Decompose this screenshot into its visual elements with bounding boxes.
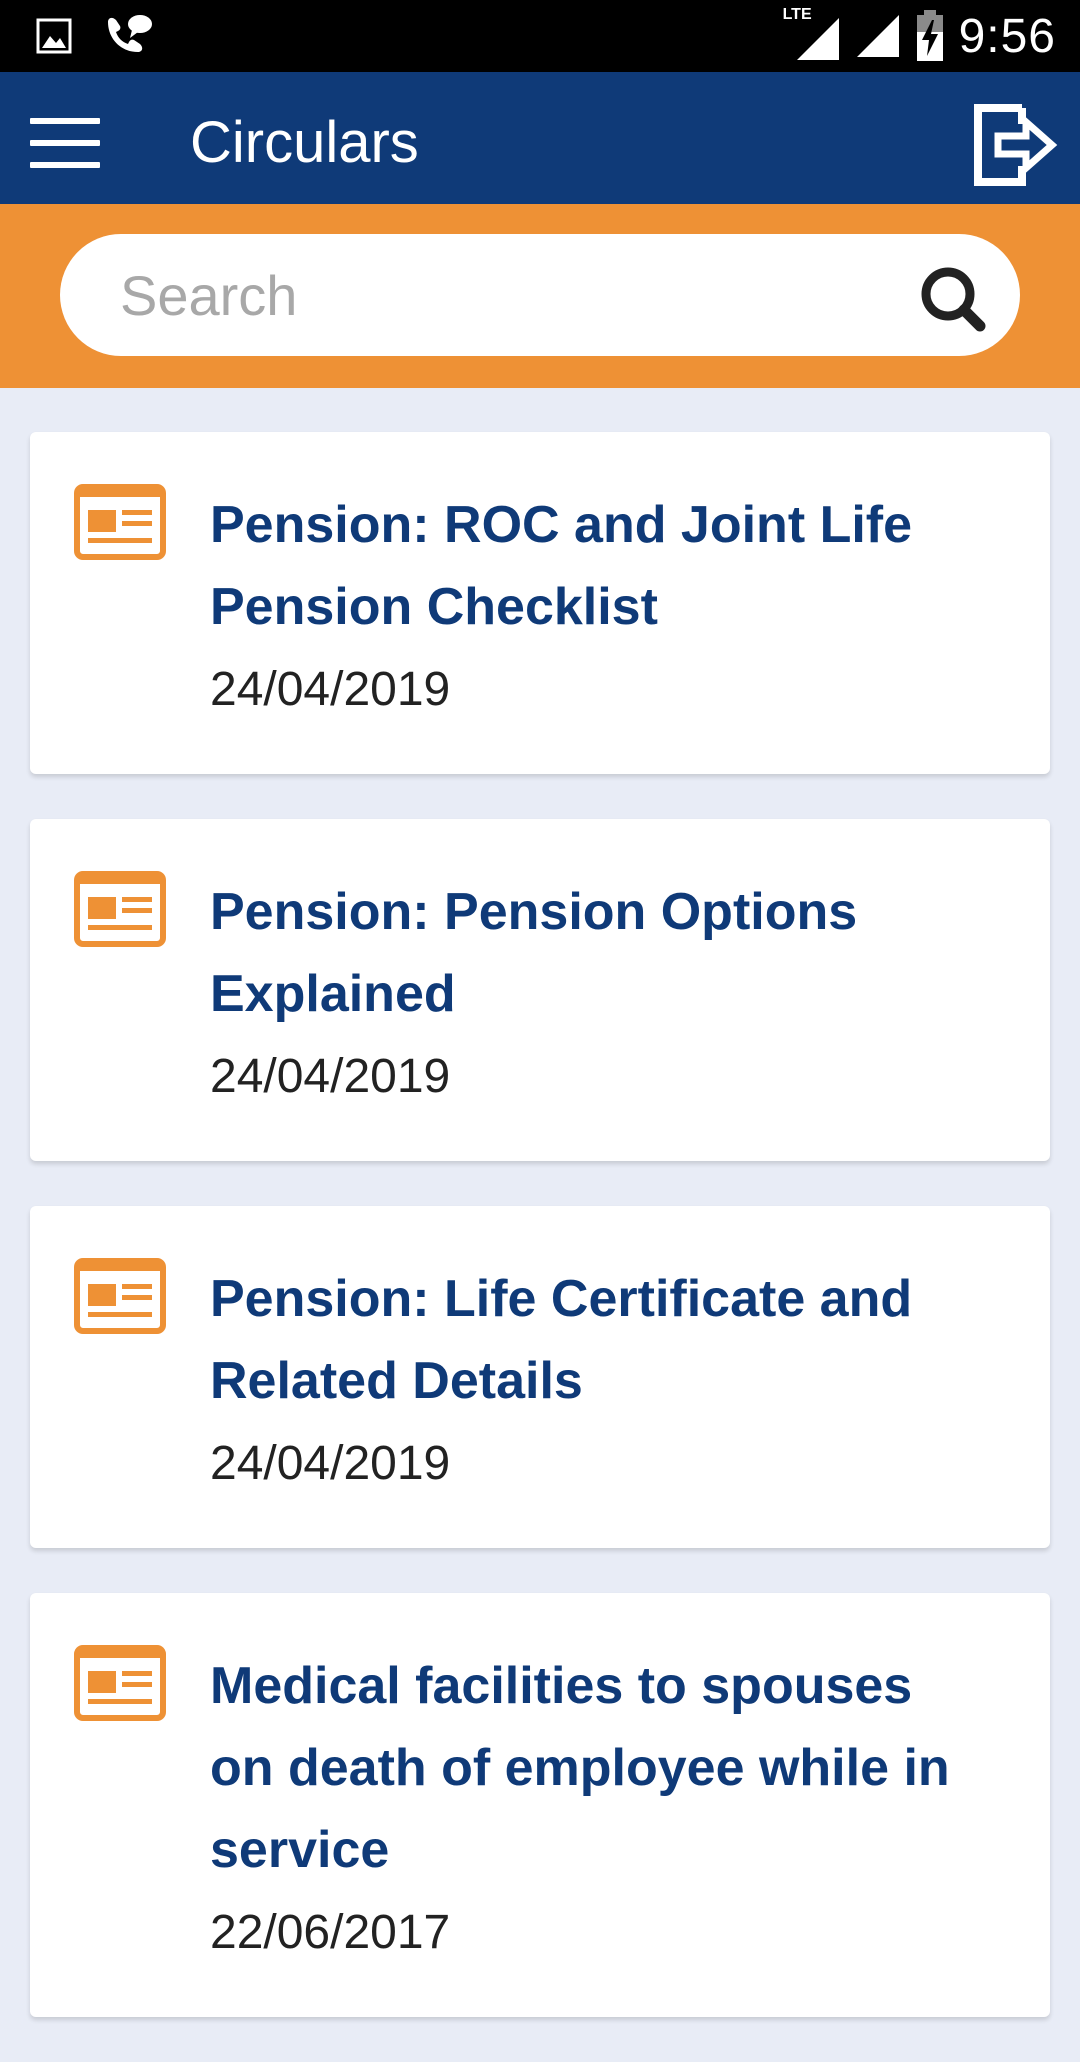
circular-title: Pension: Life Certificate and Related De…	[210, 1270, 913, 1410]
newspaper-icon	[74, 1645, 166, 1721]
lte-signal-icon: LTE	[783, 6, 841, 62]
circular-date: 24/04/2019	[210, 663, 451, 716]
menu-button[interactable]	[30, 118, 100, 168]
circular-title: Medical facilities to spouses on death o…	[210, 1657, 950, 1879]
circular-card[interactable]: Pension: ROC and Joint Life Pension Chec…	[30, 432, 1050, 774]
search-input[interactable]	[120, 256, 880, 334]
circular-title: Pension: ROC and Joint Life Pension Chec…	[210, 496, 913, 636]
app-bar: Circulars	[0, 72, 1080, 204]
status-time: 9:56	[958, 9, 1056, 63]
newspaper-icon	[74, 1258, 166, 1334]
newspaper-icon	[74, 871, 166, 947]
newspaper-icon	[74, 484, 166, 560]
circular-title: Pension: Pension Options Explained	[210, 883, 858, 1023]
circular-card[interactable]: Pension: Life Certificate and Related De…	[30, 1206, 1050, 1548]
system-icons: LTE 9:56	[783, 0, 1056, 72]
logout-icon[interactable]	[972, 102, 1058, 188]
menu-icon-line	[30, 140, 100, 146]
cell-signal-icon	[856, 15, 899, 57]
circular-date: 22/06/2017	[210, 1906, 451, 1959]
menu-icon-line	[30, 118, 100, 124]
circular-date: 24/04/2019	[210, 1050, 451, 1103]
circular-card[interactable]: Medical facilities to spouses on death o…	[30, 1593, 1050, 2017]
search-icon[interactable]	[918, 264, 988, 334]
phone-chat-notification-icon	[108, 15, 152, 52]
menu-icon-line	[30, 162, 100, 168]
image-notification-icon	[36, 18, 72, 54]
search-bar-container	[0, 204, 1080, 388]
battery-charging-icon	[916, 10, 943, 61]
page-title: Circulars	[190, 110, 419, 175]
search-box	[60, 234, 1020, 356]
notification-icons	[36, 14, 154, 58]
circular-card[interactable]: Pension: Pension Options Explained 24/04…	[30, 819, 1050, 1161]
circular-date: 24/04/2019	[210, 1437, 451, 1490]
circulars-list: Pension: ROC and Joint Life Pension Chec…	[30, 432, 1050, 2062]
status-bar: LTE 9:56	[0, 0, 1080, 72]
